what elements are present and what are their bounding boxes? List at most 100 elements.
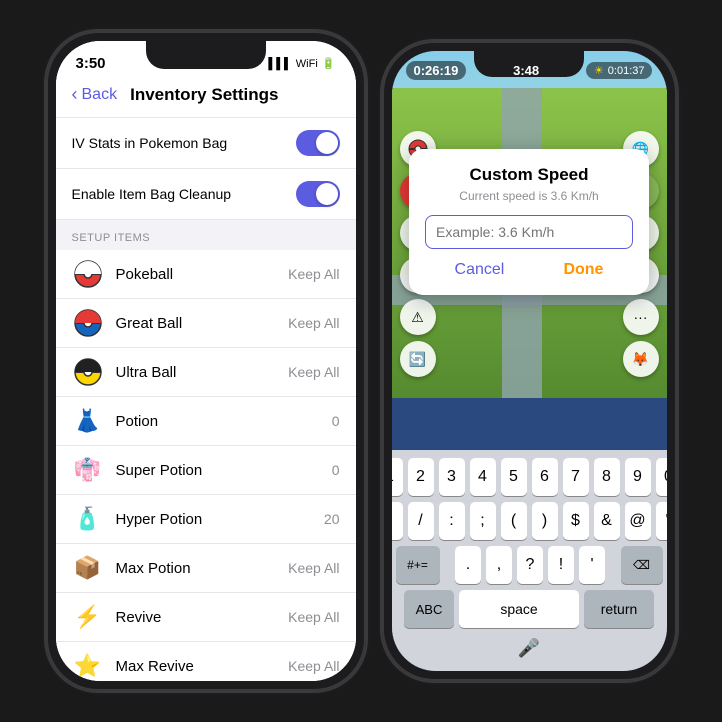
signal-icon: ▌▌▌: [268, 58, 291, 70]
list-item[interactable]: ⚡ Revive Keep All: [56, 593, 356, 642]
max-revive-icon: ⭐: [72, 650, 104, 681]
key-minus[interactable]: -: [392, 502, 403, 540]
list-item[interactable]: Pokeball Keep All: [56, 250, 356, 299]
list-item[interactable]: 🧴 Hyper Potion 20: [56, 495, 356, 544]
key-2[interactable]: 2: [408, 458, 434, 496]
back-button[interactable]: ‹ Back: [72, 84, 118, 105]
key-exclaim[interactable]: !: [548, 546, 574, 584]
potion-icon: 👗: [72, 405, 104, 437]
key-rparen[interactable]: ): [532, 502, 558, 540]
hyper-potion-icon: 🧴: [72, 503, 104, 535]
key-3[interactable]: 3: [439, 458, 465, 496]
toggle-cleanup-label: Enable Item Bag Cleanup: [72, 186, 232, 202]
item-value-ultraball: Keep All: [288, 364, 339, 380]
key-0[interactable]: 0: [656, 458, 667, 496]
item-value-revive: Keep All: [288, 609, 339, 625]
item-name-maxrevive: Max Revive: [116, 658, 289, 675]
left-phone: 3:50 ▌▌▌ WiFi 🔋 ‹ Back Inventory Setting…: [46, 31, 366, 691]
list-item[interactable]: Great Ball Keep All: [56, 299, 356, 348]
wifi-icon: WiFi: [296, 58, 318, 70]
dialog-title: Custom Speed: [425, 165, 633, 185]
item-name-pokeball: Pokeball: [116, 266, 289, 283]
right-phone: 🏰 ♦ ♦ 🧑 🌀 0:26:19 3:48: [382, 41, 677, 681]
toggle-row-cleanup: Enable Item Bag Cleanup: [56, 169, 356, 220]
back-chevron-icon: ‹: [72, 84, 78, 105]
key-question[interactable]: ?: [517, 546, 543, 584]
item-name-potion: Potion: [116, 413, 332, 430]
key-space[interactable]: space: [459, 590, 579, 628]
done-button[interactable]: Done: [563, 261, 603, 279]
items-list: Pokeball Keep All Great Ball Keep All: [56, 250, 356, 681]
toggle-cleanup[interactable]: [296, 181, 340, 207]
toggle-iv-label: IV Stats in Pokemon Bag: [72, 135, 228, 151]
key-abc[interactable]: ABC: [404, 590, 454, 628]
keyboard-row-1: 1 2 3 4 5 6 7 8 9 0: [396, 458, 663, 496]
item-name-hyperpotion: Hyper Potion: [116, 511, 324, 528]
key-4[interactable]: 4: [470, 458, 496, 496]
list-item[interactable]: ⭐ Max Revive Keep All: [56, 642, 356, 681]
revive-icon: ⚡: [72, 601, 104, 633]
settings-section: IV Stats in Pokemon Bag Enable Item Bag …: [56, 118, 356, 220]
screen-right: 🏰 ♦ ♦ 🧑 🌀 0:26:19 3:48: [392, 51, 667, 671]
key-at[interactable]: @: [625, 502, 651, 540]
key-period[interactable]: .: [455, 546, 481, 584]
speed-input[interactable]: [425, 215, 633, 249]
section-header: SETUP ITEMS: [56, 220, 356, 250]
keyboard-row-3: #+= . , ? ! ' ⌫: [396, 546, 663, 584]
key-lparen[interactable]: (: [501, 502, 527, 540]
item-name-greatball: Great Ball: [116, 315, 289, 332]
key-apostrophe[interactable]: ': [579, 546, 605, 584]
keyboard-row-bottom: ABC space return: [396, 590, 663, 628]
time-left: 3:50: [76, 55, 106, 72]
key-return[interactable]: return: [584, 590, 654, 628]
item-value-potion: 0: [332, 413, 340, 429]
dialog-buttons: Cancel Done: [425, 261, 633, 279]
item-value-maxpotion: Keep All: [288, 560, 339, 576]
list-item[interactable]: 👗 Potion 0: [56, 397, 356, 446]
back-label: Back: [82, 86, 118, 104]
key-slash[interactable]: /: [408, 502, 434, 540]
max-potion-icon: 📦: [72, 552, 104, 584]
key-semicolon[interactable]: ;: [470, 502, 496, 540]
key-comma[interactable]: ,: [486, 546, 512, 584]
item-name-maxpotion: Max Potion: [116, 560, 289, 577]
list-item[interactable]: 👘 Super Potion 0: [56, 446, 356, 495]
list-item[interactable]: 📦 Max Potion Keep All: [56, 544, 356, 593]
key-quote[interactable]: ": [656, 502, 667, 540]
backspace-key[interactable]: ⌫: [621, 546, 663, 584]
keyboard-row-2: - / : ; ( ) $ & @ ": [396, 502, 663, 540]
mic-icon[interactable]: 🎤: [518, 638, 540, 659]
mic-bar: 🎤: [396, 634, 663, 659]
ultraball-icon: [72, 356, 104, 388]
key-1[interactable]: 1: [392, 458, 403, 496]
notch-left: [146, 41, 266, 69]
custom-speed-dialog: Custom Speed Current speed is 3.6 Km/h C…: [409, 149, 649, 295]
battery-icon: 🔋: [322, 57, 336, 70]
key-5[interactable]: 5: [501, 458, 527, 496]
key-6[interactable]: 6: [532, 458, 558, 496]
nav-bar: ‹ Back Inventory Settings: [56, 76, 356, 118]
item-value-pokeball: Keep All: [288, 266, 339, 282]
item-name-ultraball: Ultra Ball: [116, 364, 289, 381]
key-amp[interactable]: &: [594, 502, 620, 540]
keyboard: 1 2 3 4 5 6 7 8 9 0 - / :: [392, 450, 667, 671]
toggle-row-iv: IV Stats in Pokemon Bag: [56, 118, 356, 169]
key-8[interactable]: 8: [594, 458, 620, 496]
status-icons-left: ▌▌▌ WiFi 🔋: [268, 57, 335, 70]
key-symbols[interactable]: #+=: [396, 546, 440, 584]
list-item[interactable]: Ultra Ball Keep All: [56, 348, 356, 397]
item-value-greatball: Keep All: [288, 315, 339, 331]
item-value-superpotion: 0: [332, 462, 340, 478]
super-potion-icon: 👘: [72, 454, 104, 486]
item-name-superpotion: Super Potion: [116, 462, 332, 479]
pokeball-icon: [72, 258, 104, 290]
key-9[interactable]: 9: [625, 458, 651, 496]
key-dollar[interactable]: $: [563, 502, 589, 540]
cancel-button[interactable]: Cancel: [455, 261, 505, 279]
toggle-iv[interactable]: [296, 130, 340, 156]
nav-title: Inventory Settings: [117, 85, 291, 105]
greatball-icon: [72, 307, 104, 339]
key-7[interactable]: 7: [563, 458, 589, 496]
key-colon[interactable]: :: [439, 502, 465, 540]
item-value-maxrevive: Keep All: [288, 658, 339, 674]
